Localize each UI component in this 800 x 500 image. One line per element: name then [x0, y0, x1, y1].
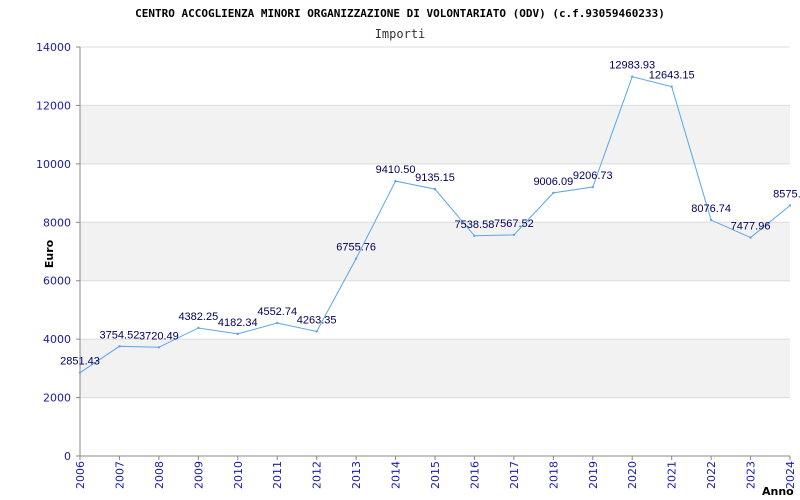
data-label: 4263.35 — [297, 314, 337, 326]
grid-band — [80, 222, 790, 281]
data-point — [512, 233, 516, 237]
x-tick-label: 2021 — [666, 461, 679, 489]
grid-band — [80, 280, 790, 340]
data-point — [749, 236, 752, 239]
chart-root: CENTRO ACCOGLIENZA MINORI ORGANIZZAZIONE… — [0, 0, 800, 500]
y-tick-label: 12000 — [36, 99, 71, 112]
x-tick-label: 2012 — [311, 461, 324, 489]
y-tick-label: 10000 — [36, 158, 71, 171]
x-tick-label: 2008 — [153, 461, 166, 489]
data-point — [276, 321, 279, 325]
data-point — [197, 326, 200, 330]
data-point — [315, 330, 318, 333]
data-label: 2851.43 — [60, 356, 100, 368]
data-point — [591, 185, 594, 189]
data-point — [118, 345, 121, 348]
grid-band — [80, 397, 790, 456]
x-tick-label: 2018 — [547, 461, 560, 489]
data-label: 7567.52 — [494, 218, 534, 230]
x-tick-label: 2010 — [232, 461, 245, 489]
data-label: 9006.09 — [533, 176, 573, 188]
data-label: 9410.50 — [376, 164, 416, 176]
data-point — [631, 75, 634, 78]
y-tick-label: 6000 — [43, 275, 71, 288]
y-tick-label: 14000 — [36, 41, 71, 54]
y-tick-label: 4000 — [43, 333, 71, 346]
x-tick-label: 2006 — [74, 461, 87, 489]
data-label: 7477.96 — [731, 221, 771, 233]
grid-bands — [80, 47, 790, 456]
data-label: 8575.6 — [773, 188, 800, 200]
y-axis-label: Euro — [43, 239, 56, 268]
data-point — [354, 257, 358, 260]
data-label: 9135.15 — [415, 172, 455, 184]
x-tick-label: 2009 — [192, 461, 205, 489]
data-label: 8076.74 — [691, 203, 731, 215]
data-label: 4182.34 — [218, 317, 258, 329]
data-point — [473, 234, 476, 237]
grid-band — [80, 105, 790, 164]
x-tick-label: 2015 — [429, 461, 442, 489]
data-label: 3720.49 — [139, 330, 179, 342]
data-label: 3754.52 — [100, 329, 140, 341]
data-point — [552, 191, 555, 195]
y-tick-label: 2000 — [43, 392, 71, 405]
data-label: 6755.76 — [336, 242, 376, 254]
x-axis-label: Anno — [762, 485, 794, 498]
x-tick-label: 2023 — [745, 461, 758, 489]
data-point — [78, 371, 82, 374]
line-chart: CENTRO ACCOGLIENZA MINORI ORGANIZZAZIONE… — [36, 7, 800, 498]
data-point — [394, 179, 397, 183]
data-label: 4382.25 — [178, 311, 218, 323]
y-tick-label: 0 — [64, 450, 71, 463]
data-point — [433, 187, 437, 191]
grid-band — [80, 339, 790, 398]
x-tick-label: 2020 — [626, 461, 639, 489]
x-tick-label: 2016 — [468, 461, 481, 489]
y-tick-label: 8000 — [43, 216, 71, 229]
x-tick-label: 2007 — [113, 461, 126, 489]
chart-title: CENTRO ACCOGLIENZA MINORI ORGANIZZAZIONE… — [135, 7, 665, 20]
data-label: 4552.74 — [257, 306, 297, 318]
chart-subtitle: Importi — [375, 27, 426, 41]
x-tick-label: 2022 — [705, 461, 718, 489]
data-point — [236, 332, 239, 336]
x-tick-label: 2014 — [390, 461, 403, 489]
x-tick-label: 2013 — [350, 461, 363, 489]
x-tick-label: 2011 — [271, 461, 284, 489]
data-label: 12643.15 — [649, 70, 695, 82]
x-axis-ticks: 2006 2007 2008 2009 2010 2011 2012 2013 2014 2015… — [74, 456, 797, 489]
data-point — [157, 346, 161, 349]
data-label: 7538.58 — [455, 219, 495, 231]
x-tick-label: 2019 — [587, 461, 600, 489]
data-point — [709, 218, 713, 222]
data-point — [670, 85, 673, 88]
data-point — [788, 204, 792, 207]
data-label: 9206.73 — [573, 170, 613, 182]
x-tick-label: 2017 — [508, 461, 521, 489]
